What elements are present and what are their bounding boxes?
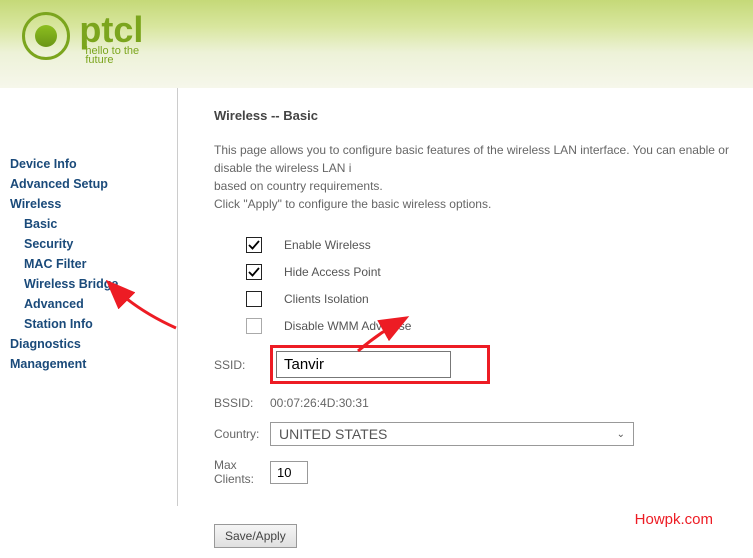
- sidebar-item-wireless-bridge[interactable]: Wireless Bridge: [10, 274, 177, 294]
- disable-wmm-label: Disable WMM Advertise: [284, 319, 411, 333]
- sidebar-item-security[interactable]: Security: [10, 234, 177, 254]
- save-apply-button[interactable]: Save/Apply: [214, 524, 297, 548]
- logo-icon: [22, 12, 74, 64]
- ssid-highlight: [270, 345, 490, 384]
- hide-access-point-label: Hide Access Point: [284, 265, 381, 279]
- country-label: Country:: [214, 427, 270, 441]
- clients-isolation-label: Clients Isolation: [284, 292, 369, 306]
- bssid-value: 00:07:26:4D:30:31: [270, 396, 369, 410]
- watermark: Howpk.com: [635, 511, 713, 528]
- sidebar-item-station-info[interactable]: Station Info: [10, 314, 177, 334]
- sidebar-item-wireless[interactable]: Wireless: [10, 194, 177, 214]
- bssid-label: BSSID:: [214, 396, 270, 410]
- clients-isolation-checkbox[interactable]: [246, 291, 262, 307]
- content: Wireless -- Basic This page allows you t…: [178, 88, 753, 558]
- max-clients-label: Max Clients:: [214, 458, 270, 486]
- disable-wmm-checkbox: [246, 318, 262, 334]
- sidebar-item-advanced[interactable]: Advanced: [10, 294, 177, 314]
- ssid-label: SSID:: [214, 358, 270, 372]
- sidebar-item-management[interactable]: Management: [10, 354, 177, 374]
- sidebar-item-device-info[interactable]: Device Info: [10, 154, 177, 174]
- country-value: UNITED STATES: [279, 426, 387, 442]
- chevron-down-icon: ⌄: [617, 429, 625, 440]
- check-icon: [248, 266, 260, 278]
- page-title: Wireless -- Basic: [214, 108, 743, 123]
- sidebar-item-advanced-setup[interactable]: Advanced Setup: [10, 174, 177, 194]
- hide-access-point-checkbox[interactable]: [246, 264, 262, 280]
- page-description: This page allows you to configure basic …: [214, 141, 743, 213]
- sidebar: Device Info Advanced Setup Wireless Basi…: [0, 88, 178, 506]
- sidebar-item-mac-filter[interactable]: MAC Filter: [10, 254, 177, 274]
- enable-wireless-checkbox[interactable]: [246, 237, 262, 253]
- enable-wireless-label: Enable Wireless: [284, 238, 371, 252]
- max-clients-input[interactable]: [270, 461, 308, 484]
- header: ptcl hello to the future: [0, 0, 753, 88]
- check-icon: [248, 239, 260, 251]
- sidebar-item-basic[interactable]: Basic: [10, 214, 177, 234]
- ssid-input[interactable]: [276, 351, 451, 378]
- sidebar-item-diagnostics[interactable]: Diagnostics: [10, 334, 177, 354]
- country-select[interactable]: UNITED STATES ⌄: [270, 422, 634, 446]
- logo-brand: ptcl: [79, 12, 143, 48]
- logo: ptcl hello to the future: [22, 12, 143, 66]
